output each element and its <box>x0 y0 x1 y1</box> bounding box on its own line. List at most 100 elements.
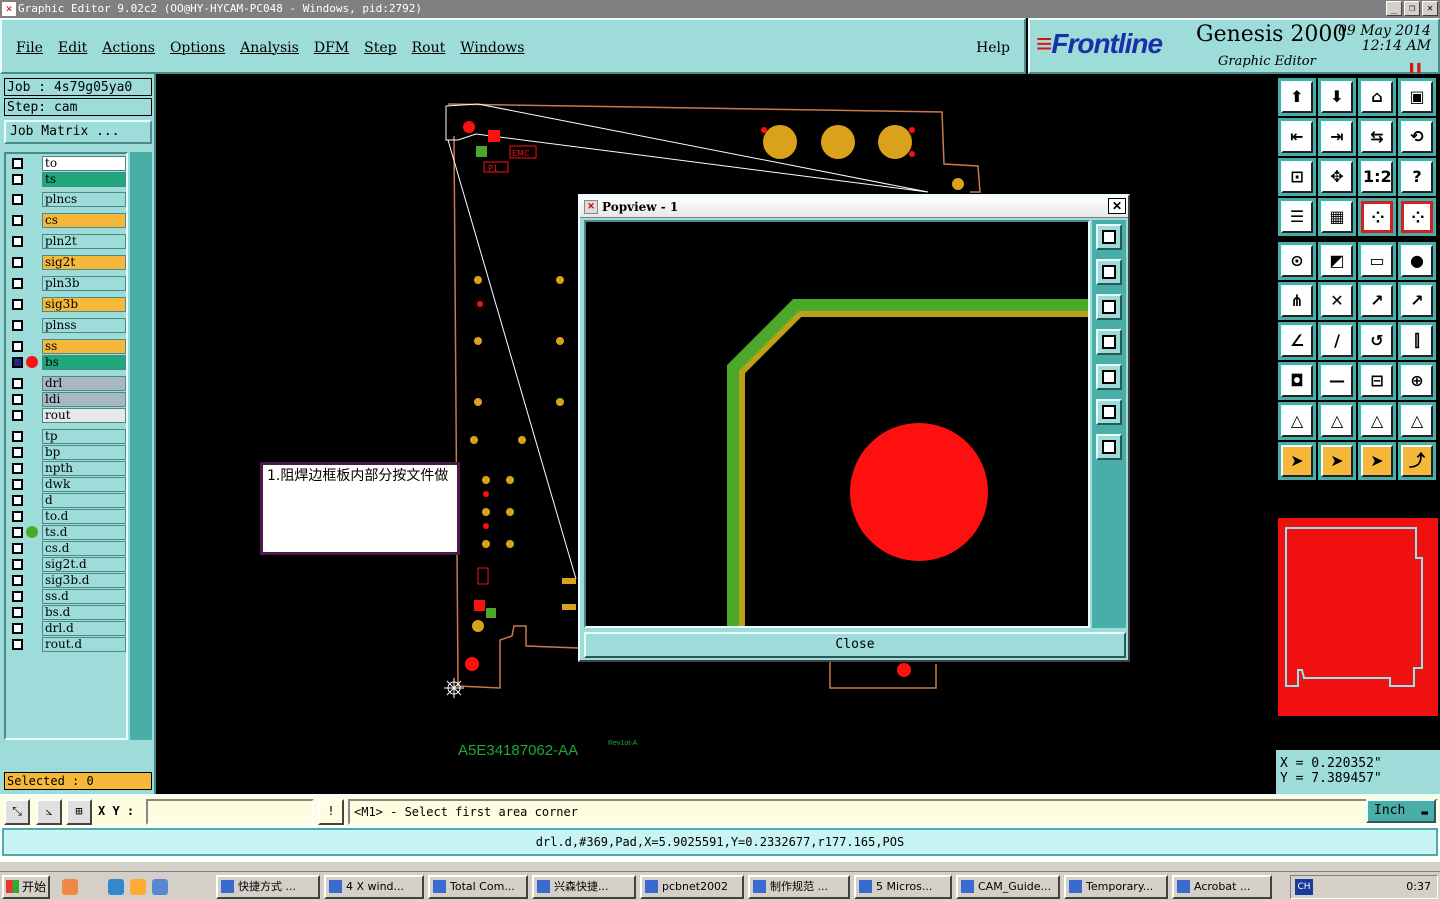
layer-row[interactable]: plncs <box>8 192 126 207</box>
layer-checkbox[interactable] <box>12 236 23 247</box>
help-icon[interactable]: ? <box>1401 161 1433 193</box>
units-select[interactable]: Inch ▬ <box>1366 799 1436 823</box>
layer-row[interactable]: cs <box>8 213 126 228</box>
layer-checkbox[interactable] <box>12 194 23 205</box>
layer-name[interactable]: ts <box>42 172 126 187</box>
scale-icon[interactable]: 1:2 <box>1361 161 1393 193</box>
taskbar-button[interactable]: 快捷方式 ... <box>216 875 320 899</box>
layer-row[interactable]: ss <box>8 339 126 354</box>
layout-icon[interactable]: ▣ <box>1401 81 1433 113</box>
layer-checkbox[interactable] <box>12 543 23 554</box>
layer-row[interactable]: npth <box>8 461 126 476</box>
menu-help[interactable]: Help <box>976 40 1010 56</box>
export-icon[interactable]: ⇥ <box>1321 121 1353 153</box>
pad-select-icon[interactable]: ◘ <box>1281 365 1313 397</box>
taskbar-button[interactable]: Temporary... <box>1064 875 1168 899</box>
layer-name[interactable]: bp <box>42 445 126 460</box>
xy-input[interactable] <box>146 799 314 825</box>
taskbar-button[interactable]: 兴森快捷... <box>532 875 636 899</box>
layer-name[interactable]: sig3b.d <box>42 573 126 588</box>
layer-row[interactable]: bp <box>8 445 126 460</box>
layer-name[interactable]: to.d <box>42 509 126 524</box>
layer-checkbox[interactable] <box>12 623 23 634</box>
route-icon[interactable]: ⤴ <box>1401 445 1433 477</box>
popview-close-x-button[interactable]: ✕ <box>1108 198 1126 214</box>
pan-up-button[interactable] <box>1096 259 1122 285</box>
popview-viewport[interactable] <box>584 220 1090 628</box>
layer-row[interactable]: rout <box>8 408 126 423</box>
layer-row[interactable]: ldi <box>8 392 126 407</box>
layer-row[interactable]: cs.d <box>8 541 126 556</box>
import-icon[interactable]: ⇤ <box>1281 121 1313 153</box>
layer-row[interactable]: ts.d <box>8 525 126 540</box>
menu-file[interactable]: File <box>16 40 43 56</box>
taskbar-button[interactable]: 4 X wind... <box>324 875 424 899</box>
draw-icon[interactable]: ◩ <box>1321 245 1353 277</box>
triangle-icon[interactable]: △ <box>1401 405 1433 437</box>
zoom-in-button[interactable] <box>1096 224 1122 250</box>
layer-name[interactable]: ss <box>42 339 126 354</box>
layer-row[interactable]: d <box>8 493 126 508</box>
layer-row[interactable]: to.d <box>8 509 126 524</box>
pause-icon[interactable]: ❚❚ <box>1408 60 1422 74</box>
layer-row[interactable]: ss.d <box>8 589 126 604</box>
ruler-icon[interactable]: ▭ <box>1361 245 1393 277</box>
layer-checkbox[interactable] <box>12 559 23 570</box>
layer-checkbox[interactable] <box>12 410 23 421</box>
info-icon[interactable]: ! <box>318 799 344 825</box>
layer-name[interactable]: ss.d <box>42 589 126 604</box>
menu-analysis[interactable]: Analysis <box>240 40 299 56</box>
layer-checkbox[interactable] <box>12 378 23 389</box>
layer-checkbox[interactable] <box>12 320 23 331</box>
popview-titlebar[interactable]: ✕ Popview - 1 ✕ <box>580 196 1128 218</box>
measure-box-icon[interactable]: ⊟ <box>1361 365 1393 397</box>
layer-checkbox[interactable] <box>12 447 23 458</box>
layer-checkbox[interactable] <box>12 479 23 490</box>
grid-icon[interactable]: ⊞ <box>66 799 92 825</box>
layer-name[interactable]: dwk <box>42 477 126 492</box>
zoom-fit-icon[interactable]: ⊡ <box>1281 161 1313 193</box>
layer-name[interactable]: cs <box>42 213 126 228</box>
taskbar-button[interactable]: CAM_Guide... <box>956 875 1060 899</box>
taskbar-button[interactable]: 制作规范 ... <box>748 875 850 899</box>
delete-icon[interactable]: ✕ <box>1321 285 1353 317</box>
layer-row[interactable]: dwk <box>8 477 126 492</box>
layer-name[interactable]: pln3b <box>42 276 126 291</box>
layer-checkbox[interactable] <box>12 527 23 538</box>
layer-name[interactable]: rout.d <box>42 637 126 652</box>
menu-actions[interactable]: Actions <box>102 40 155 56</box>
pad-icon[interactable]: ● <box>1401 245 1433 277</box>
layer-name[interactable]: drl.d <box>42 621 126 636</box>
angle-icon[interactable]: ∠ <box>1281 325 1313 357</box>
layer-row[interactable]: sig2t.d <box>8 557 126 572</box>
layer-row[interactable]: bs <box>8 355 126 370</box>
layer-checkbox[interactable] <box>12 394 23 405</box>
layer-checkbox[interactable] <box>12 174 23 185</box>
layer-row[interactable]: pln3b <box>8 276 126 291</box>
taskbar-button[interactable]: pcbnet2002 <box>640 875 744 899</box>
split-icon[interactable]: ⫿ <box>1401 325 1433 357</box>
layer-row[interactable]: sig2t <box>8 255 126 270</box>
layer-name[interactable]: ts.d <box>42 525 126 540</box>
copy-icon[interactable]: ↗ <box>1401 285 1433 317</box>
layer-scrollbar[interactable] <box>130 152 152 740</box>
layer-row[interactable]: bs.d <box>8 605 126 620</box>
menu-step[interactable]: Step <box>364 40 396 56</box>
grid-toggle-icon[interactable]: ▦ <box>1321 201 1353 233</box>
pan-left-button[interactable] <box>1096 329 1122 355</box>
menu-dfm[interactable]: DFM <box>314 40 349 56</box>
layer-name[interactable]: d <box>42 493 126 508</box>
save-icon[interactable]: ⬇ <box>1321 81 1353 113</box>
minimize-button[interactable]: _ <box>1386 1 1402 16</box>
quicklaunch-icon[interactable] <box>62 879 78 895</box>
zoom-out-button[interactable] <box>1096 399 1122 425</box>
layer-name[interactable]: tp <box>42 429 126 444</box>
pointer-select-icon[interactable]: ➤ <box>1361 445 1393 477</box>
ie-icon[interactable] <box>108 879 124 895</box>
layer-name[interactable]: to <box>42 156 126 171</box>
layer-name[interactable]: cs.d <box>42 541 126 556</box>
layer-checkbox[interactable] <box>12 591 23 602</box>
layer-checkbox[interactable] <box>12 299 23 310</box>
layer-name[interactable]: pln2t <box>42 234 126 249</box>
menu-rout[interactable]: Rout <box>412 40 446 56</box>
